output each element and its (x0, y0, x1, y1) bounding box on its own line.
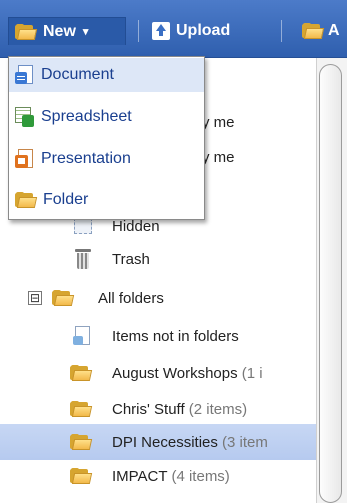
tree-item-label: Trash (112, 250, 150, 268)
tree-item-label: All folders (98, 289, 164, 307)
tree-item-label: y me (202, 148, 235, 166)
folder-icon (70, 365, 93, 381)
new-button[interactable]: New ▾ (8, 17, 126, 45)
item-count: (1 i (241, 364, 263, 382)
tree-item-all-folders[interactable]: ⊟ All folders (0, 280, 316, 316)
folder-icon (52, 290, 75, 306)
menu-item-label: Spreadsheet (41, 108, 132, 125)
folder-icon (70, 468, 93, 484)
folder-icon (302, 23, 325, 39)
tree-item-label: Chris' Stuff (2 items) (112, 400, 248, 418)
item-count: (4 items) (171, 467, 230, 485)
toolbar-divider (281, 20, 282, 42)
presentation-icon (15, 149, 35, 169)
new-dropdown-menu: Document Spreadsheet Presentation Folder (8, 56, 205, 220)
scrollbar-thumb[interactable] (319, 64, 342, 503)
item-count: (2 items) (188, 400, 248, 418)
tree-item-folder-selected[interactable]: DPI Necessities (3 item (0, 424, 316, 460)
tree-item-label: August Workshops (1 i (112, 364, 263, 382)
hidden-icon (74, 218, 92, 234)
toolbar: New ▾ Upload A (0, 0, 347, 58)
trash-icon (75, 249, 91, 269)
tree-item-folder[interactable]: IMPACT (4 items) (0, 458, 316, 494)
document-icon (73, 326, 91, 346)
folder-action-label: A (328, 22, 340, 39)
menu-item-presentation[interactable]: Presentation (9, 142, 204, 176)
tree-item-folder[interactable]: Chris' Stuff (2 items) (0, 391, 316, 427)
folder-icon (70, 401, 93, 417)
toolbar-divider (138, 20, 139, 42)
folder-icon (15, 23, 38, 40)
menu-item-label: Presentation (41, 150, 131, 167)
tree-item-items-not-in-folders[interactable]: Items not in folders (0, 318, 316, 354)
menu-item-spreadsheet[interactable]: Spreadsheet (9, 100, 204, 134)
folder-icon (70, 434, 93, 450)
menu-item-folder[interactable]: Folder (9, 183, 204, 217)
tree-item-label: Items not in folders (112, 327, 239, 345)
menu-item-label: Folder (43, 191, 89, 208)
spreadsheet-icon (15, 107, 35, 127)
new-button-label: New (43, 22, 76, 40)
tree-item-trash[interactable]: Trash (0, 241, 316, 277)
menu-item-document[interactable]: Document (9, 58, 204, 92)
upload-button-label: Upload (176, 22, 231, 39)
vertical-scrollbar[interactable] (316, 58, 347, 503)
tree-item-label: Hidden (112, 217, 160, 235)
upload-icon (152, 22, 170, 40)
tree-item-label: DPI Necessities (3 item (112, 433, 268, 451)
tree-item-label: IMPACT (4 items) (112, 467, 230, 485)
tree-item-folder[interactable]: August Workshops (1 i (0, 355, 316, 391)
item-count: (3 item (222, 433, 268, 451)
folder-action-button[interactable]: A (302, 17, 340, 45)
folder-icon (15, 192, 38, 208)
chevron-down-icon: ▾ (82, 26, 89, 38)
menu-item-label: Document (41, 66, 114, 83)
google-doc-icon (15, 65, 35, 85)
tree-item-label: y me (202, 113, 235, 131)
upload-button[interactable]: Upload (152, 17, 230, 45)
collapse-toggle-icon[interactable]: ⊟ (28, 291, 42, 305)
